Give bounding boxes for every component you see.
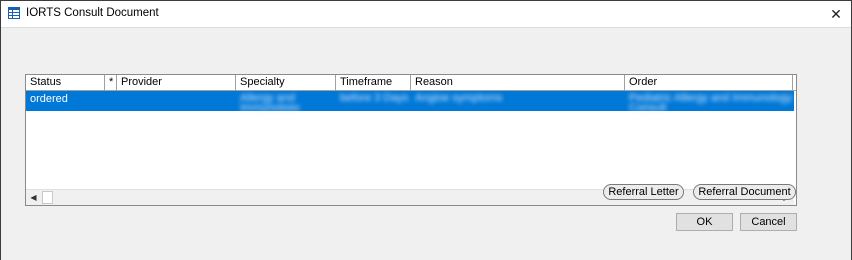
scrollbar-thumb[interactable]: [42, 191, 53, 204]
table-row[interactable]: ordered Allergy and Immunology before 3 …: [26, 91, 794, 111]
column-header-star[interactable]: *: [105, 75, 117, 90]
cell-order: Pediatric Allergy and Immunology Consult: [629, 92, 793, 112]
cell-star: [105, 91, 117, 111]
window-title: IORTS Consult Document: [26, 7, 159, 19]
consult-document-dialog: IORTS Consult Document ✕ Status * Provid…: [0, 0, 852, 260]
referral-letter-button[interactable]: Referral Letter: [603, 184, 684, 200]
close-icon: ✕: [830, 6, 842, 22]
ok-button[interactable]: OK: [676, 213, 733, 231]
list-header: Status * Provider Specialty Timeframe Re…: [26, 75, 796, 91]
column-header-specialty[interactable]: Specialty: [236, 75, 336, 90]
close-button[interactable]: ✕: [825, 3, 847, 25]
cell-status: ordered: [30, 93, 68, 105]
column-header-order[interactable]: Order: [625, 75, 793, 90]
column-header-status[interactable]: Status: [26, 75, 105, 90]
title-bar: IORTS Consult Document ✕: [1, 1, 851, 27]
cell-specialty: Allergy and Immunology: [240, 92, 300, 112]
column-header-timeframe[interactable]: Timeframe: [336, 75, 411, 90]
dialog-client-area: Status * Provider Specialty Timeframe Re…: [1, 27, 851, 260]
column-header-provider[interactable]: Provider: [117, 75, 236, 90]
column-header-reason[interactable]: Reason: [411, 75, 625, 90]
cell-provider: [117, 91, 236, 111]
cell-reason: Angioe symptoms: [415, 92, 503, 104]
cancel-button[interactable]: Cancel: [740, 213, 797, 231]
referral-document-button[interactable]: Referral Document: [693, 184, 796, 200]
table-window-icon: [8, 7, 20, 19]
cell-timeframe: before 3 Days: [340, 92, 409, 104]
scroll-left-icon[interactable]: ◀: [26, 190, 41, 205]
